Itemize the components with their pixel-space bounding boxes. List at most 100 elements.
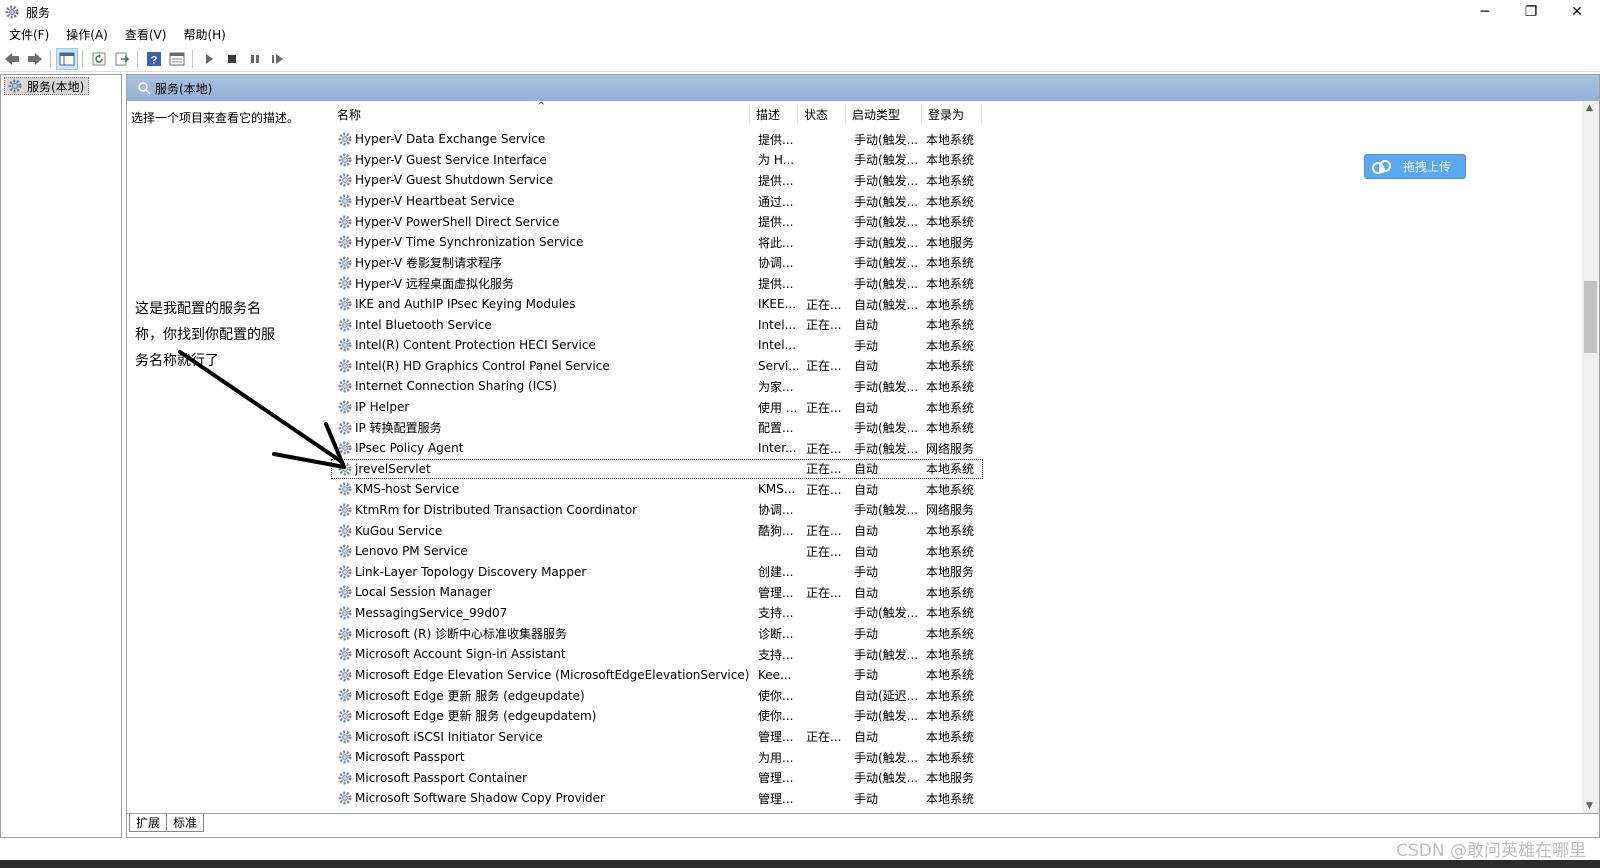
forward-button[interactable] (24, 48, 46, 70)
service-startup-type: 手动(触发... (854, 750, 919, 765)
service-startup-type: 自动(触发... (854, 297, 919, 312)
service-row[interactable]: Link-Layer Topology Discovery Mapper 创建..… (331, 561, 1576, 582)
service-startup-type: 手动(触发... (854, 503, 919, 518)
properties-button[interactable] (166, 48, 188, 70)
service-row[interactable]: IKE and AuthIP IPsec Keying Modules IKEE.… (331, 294, 1576, 315)
menu-view[interactable]: 查看(V) (116, 26, 175, 43)
column-header-log-on-as[interactable]: 登录为 (922, 104, 982, 124)
show-hide-tree-button[interactable] (56, 47, 78, 70)
service-row[interactable]: Microsoft Edge 更新 服务 (edgeupdatem) 使你... 手… (331, 706, 1576, 727)
watermark: CSDN @敢问英雄在哪里 (1396, 841, 1586, 861)
service-row[interactable]: IPsec Policy Agent Inter... 正在... 手动(触发... 网… (331, 438, 1576, 459)
service-name-text: Microsoft iSCSI Initiator Service (355, 729, 543, 744)
help-icon: ? (147, 51, 161, 66)
service-gear-icon (338, 482, 352, 496)
export-icon (115, 52, 130, 65)
service-row[interactable]: MessagingService_99d07 支持... 手动(触发... 本地系统 (331, 603, 1576, 624)
service-gear-icon (338, 132, 352, 146)
upload-label: 拖拽上传 (1403, 160, 1452, 174)
service-gear-icon (338, 668, 352, 682)
tab-extended[interactable]: 扩展 (129, 814, 168, 832)
service-startup-type: 手动 (854, 791, 879, 806)
service-row[interactable]: Microsoft Edge 更新 服务 (edgeupdate) 使你... 自动… (331, 685, 1576, 706)
service-name: Internet Connection Sharing (ICS) (331, 378, 750, 394)
service-name: Microsoft Edge 更新 服务 (edgeupdatem) (331, 707, 750, 724)
service-gear-icon (338, 153, 352, 167)
maximize-button[interactable]: ❐ (1508, 0, 1554, 24)
service-row[interactable]: Microsoft Edge Elevation Service (Micros… (331, 664, 1576, 685)
refresh-button[interactable] (88, 48, 110, 70)
cloud-icon (1372, 159, 1391, 174)
service-name: Hyper-V 卷影复制请求程序 (331, 254, 750, 271)
service-row[interactable]: Lenovo PM Service 正在... 自动 本地系统 (331, 541, 1576, 562)
service-startup-type: 手动(触发... (854, 194, 919, 209)
service-row[interactable]: Hyper-V Time Synchronization Service 将此..… (331, 232, 1576, 253)
service-row[interactable]: IP 转换配置服务 配置... 手动(触发... 本地系统 (331, 417, 1576, 438)
start-service-button[interactable] (198, 48, 220, 70)
service-row[interactable]: KtmRm for Distributed Transaction Coordi… (331, 500, 1576, 521)
service-row[interactable]: KuGou Service 酷狗... 正在... 自动 本地系统 (331, 520, 1576, 541)
service-row[interactable]: jrevelServlet 正在... 自动 本地系统 (331, 458, 983, 480)
restart-service-button[interactable] (267, 48, 289, 70)
service-row[interactable]: Microsoft Passport Container 管理... 手动(触发..… (331, 767, 1576, 788)
column-header-description[interactable]: 描述 (750, 104, 798, 124)
back-button[interactable] (1, 48, 23, 70)
service-row[interactable]: Hyper-V Heartbeat Service 通过... 手动(触发... 本地… (331, 191, 1576, 212)
service-row[interactable]: Intel(R) HD Graphics Control Panel Servi… (331, 356, 1576, 377)
service-row[interactable]: Microsoft Account Sign-in Assistant 支持...… (331, 644, 1576, 665)
toolbar-separator (50, 49, 51, 68)
service-log-on-as: 本地系统 (926, 730, 975, 745)
services-gear-icon (5, 5, 19, 19)
service-name: IKE and AuthIP IPsec Keying Modules (331, 296, 750, 312)
service-row[interactable]: Intel Bluetooth Service Intel... 正在... 自动 本地… (331, 314, 1576, 335)
close-button[interactable]: ✕ (1554, 0, 1600, 24)
service-row[interactable]: Hyper-V Data Exchange Service 提供... 手动(触发.… (331, 129, 1576, 150)
service-row[interactable]: Microsoft (R) 诊断中心标准收集器服务 诊断... 手动 本地系统 (331, 623, 1576, 644)
scrollbar-thumb[interactable] (1584, 281, 1597, 353)
column-header-status[interactable]: 状态 (798, 104, 846, 124)
service-row[interactable]: Microsoft Passport 为用... 手动(触发... 本地系统 (331, 747, 1576, 768)
service-startup-type: 自动 (854, 359, 879, 374)
pause-service-button[interactable] (244, 48, 266, 70)
export-list-button[interactable] (111, 48, 133, 70)
service-startup-type: 手动(触发... (854, 276, 919, 291)
service-startup-type: 手动(触发... (854, 709, 919, 724)
title-bar: 服务 ─ ❐ ✕ (0, 0, 1600, 24)
service-row[interactable]: Local Session Manager 管理... 正在... 自动 本地系统 (331, 582, 1576, 603)
service-row[interactable]: Hyper-V 远程桌面虚拟化服务 提供... 手动(触发... 本地系统 (331, 273, 1576, 294)
service-gear-icon (338, 606, 352, 620)
stop-service-button[interactable] (221, 48, 243, 70)
view-tabs: 扩展 标准 (127, 813, 1599, 837)
service-row[interactable]: Hyper-V PowerShell Direct Service 提供... 手动… (331, 211, 1576, 232)
service-name: Hyper-V Heartbeat Service (331, 193, 750, 209)
service-name-text: Microsoft Passport Container (355, 770, 528, 785)
tree-item-services-local[interactable]: 服务(本地) (4, 77, 90, 95)
service-row[interactable]: Intel(R) Content Protection HECI Service… (331, 335, 1576, 356)
service-row[interactable]: KMS-host Service KMS... 正在... 自动 本地系统 (331, 479, 1576, 500)
scroll-up-arrow-icon[interactable]: ▲ (1586, 103, 1593, 113)
service-row[interactable]: Microsoft Software Shadow Copy Provider 管… (331, 788, 1576, 809)
scroll-down-arrow-icon[interactable]: ▼ (1586, 801, 1593, 811)
service-row[interactable]: Microsoft iSCSI Initiator Service 管理... 正在… (331, 726, 1576, 747)
help-button[interactable]: ? (143, 48, 165, 70)
service-startup-type: 手动(触发... (854, 606, 919, 621)
menu-action[interactable]: 操作(A) (57, 26, 116, 43)
column-header-startup-type[interactable]: 启动类型 (846, 104, 922, 124)
service-status: 正在... (806, 318, 842, 333)
service-status: 正在... (806, 585, 842, 600)
service-name-text: IP 转换配置服务 (355, 421, 442, 436)
drag-upload-button[interactable]: 拖拽上传 (1364, 154, 1466, 179)
tab-standard[interactable]: 标准 (166, 814, 205, 832)
service-description: 为家... (758, 379, 794, 394)
service-startup-type: 自动 (854, 524, 879, 539)
service-row[interactable]: IP Helper 使用 ... 正在... 自动 本地系统 (331, 397, 1576, 418)
menu-help[interactable]: 帮助(H) (174, 26, 233, 43)
vertical-scrollbar[interactable]: ▲ ▼ (1582, 101, 1599, 813)
menu-file[interactable]: 文件(F) (0, 26, 57, 43)
service-description: 酷狗... (758, 524, 794, 539)
service-row[interactable]: Internet Connection Sharing (ICS) 为家... 手动… (331, 376, 1576, 397)
service-row[interactable]: Hyper-V 卷影复制请求程序 协调... 手动(触发... 本地系统 (331, 253, 1576, 274)
service-gear-icon (338, 441, 352, 455)
minimize-button[interactable]: ─ (1462, 0, 1508, 24)
service-name: Intel Bluetooth Service (331, 317, 750, 333)
